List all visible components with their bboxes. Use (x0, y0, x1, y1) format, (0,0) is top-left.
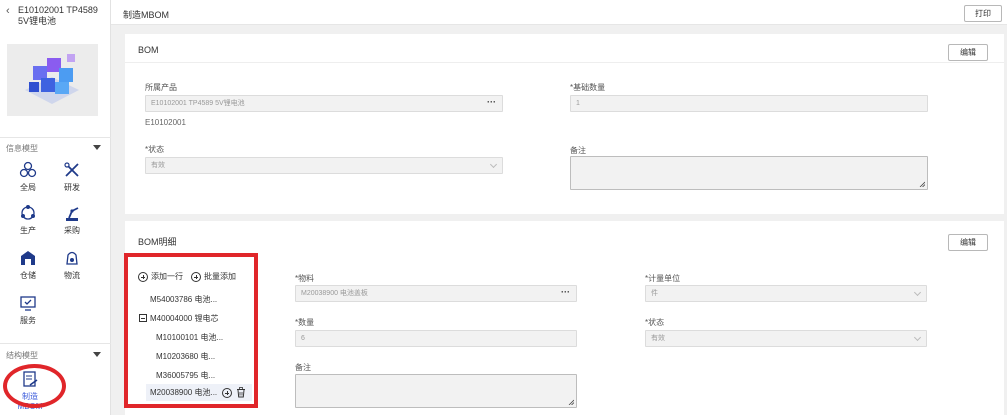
robot-arm-icon (66, 207, 79, 221)
chevron-left-icon[interactable]: ‹ (6, 5, 18, 27)
resize-handle-icon[interactable] (919, 181, 925, 187)
highlight-ellipse (3, 364, 66, 408)
service-icon (20, 296, 36, 311)
tools-icon (64, 162, 79, 177)
tree-node[interactable]: M10100101 电池... (156, 332, 223, 343)
bom-card-title: BOM (138, 45, 159, 55)
product-label: 所属产品 (145, 83, 177, 92)
tree-actions: 添加一行 批量添加 (138, 271, 236, 282)
collapse-icon[interactable] (139, 314, 147, 322)
caret-down-icon[interactable] (93, 145, 101, 150)
unit-select[interactable]: 件 (645, 285, 927, 302)
more-icon[interactable]: ··· (561, 286, 570, 299)
section-info-model[interactable]: 信息模型 (6, 143, 101, 154)
detail-remark-textarea[interactable] (295, 374, 577, 408)
chevron-down-icon (489, 160, 498, 169)
warehouse-icon (21, 251, 35, 265)
bom-card: BOM 编辑 所属产品 E10102001 TP4589 5V锂电池 ··· E… (125, 34, 1004, 214)
sidebar-item-service[interactable]: 服务 (10, 294, 46, 326)
trash-icon[interactable] (236, 387, 246, 398)
product-input[interactable]: E10102001 TP4589 5V锂电池 ··· (145, 95, 503, 112)
bom-detail-title: BOM明细 (138, 237, 177, 247)
tree-node[interactable]: M36005795 电... (156, 370, 215, 381)
more-icon[interactable]: ··· (487, 96, 496, 109)
page-title: 制造MBOM (123, 10, 169, 20)
tree-node[interactable]: M10203680 电... (156, 351, 215, 362)
plus-circle-icon (191, 271, 201, 282)
chevron-down-icon (913, 288, 922, 297)
detail-status-label: *状态 (645, 318, 665, 327)
sidebar-header: ‹ E10102001 TP4589 5V锂电池 (6, 5, 106, 27)
page-header: 制造MBOM 打印 (111, 0, 1007, 25)
plus-circle-icon[interactable] (222, 387, 233, 398)
qty-label: *数量 (295, 318, 315, 327)
sidebar-item-logistics[interactable]: 物流 (54, 249, 90, 281)
sidebar-item-purchase[interactable]: 采购 (54, 204, 90, 236)
material-input[interactable]: M20038900 电池盖板 ··· (295, 285, 577, 302)
material-label: *物料 (295, 274, 315, 283)
status-select[interactable]: 有效 (145, 157, 503, 174)
detail-status-select[interactable]: 有效 (645, 330, 927, 347)
cycle-icon (21, 205, 35, 220)
remark-label: 备注 (570, 146, 586, 155)
print-button[interactable]: 打印 (964, 5, 1002, 22)
bom-edit-button[interactable]: 编辑 (948, 44, 988, 61)
resize-handle-icon[interactable] (568, 399, 574, 405)
plus-circle-icon (138, 271, 148, 282)
batch-add-button[interactable]: 批量添加 (191, 271, 236, 282)
caret-down-icon[interactable] (93, 352, 101, 357)
sidebar-item-warehouse[interactable]: 仓储 (10, 249, 46, 281)
sidebar: ‹ E10102001 TP4589 5V锂电池 信息模型 全局 研发 生产 采… (0, 0, 111, 415)
product-image (7, 44, 98, 116)
tree-node-expandable[interactable]: M40004000 锂电芯 (139, 313, 218, 324)
logistics-icon (66, 251, 78, 265)
sidebar-item-global[interactable]: 全局 (10, 161, 46, 193)
status-label: *状态 (145, 145, 165, 154)
product-code: E10102001 (145, 118, 186, 127)
nodes-icon (19, 161, 37, 178)
tree-node[interactable]: M54003786 电池... (150, 294, 217, 305)
base-qty-label: *基础数量 (570, 83, 606, 92)
add-row-button[interactable]: 添加一行 (138, 271, 183, 282)
detail-edit-button[interactable]: 编辑 (948, 234, 988, 251)
chevron-down-icon (913, 333, 922, 342)
product-title: E10102001 TP4589 5V锂电池 (18, 5, 98, 26)
base-qty-input[interactable]: 1 (570, 95, 928, 112)
unit-label: *计量单位 (645, 274, 681, 283)
qty-input[interactable]: 6 (295, 330, 577, 347)
cubes-illustration-icon (7, 44, 98, 116)
tree-node-selected[interactable]: M20038900 电池... (146, 384, 252, 401)
sidebar-item-rnd[interactable]: 研发 (54, 161, 90, 193)
sidebar-item-production[interactable]: 生产 (10, 204, 46, 236)
detail-remark-label: 备注 (295, 363, 311, 372)
section-structure-model[interactable]: 结构模型 (6, 350, 101, 361)
remark-textarea[interactable] (570, 156, 928, 190)
bom-tree-panel: 添加一行 批量添加 M54003786 电池... M40004000 锂电芯 … (124, 253, 258, 408)
